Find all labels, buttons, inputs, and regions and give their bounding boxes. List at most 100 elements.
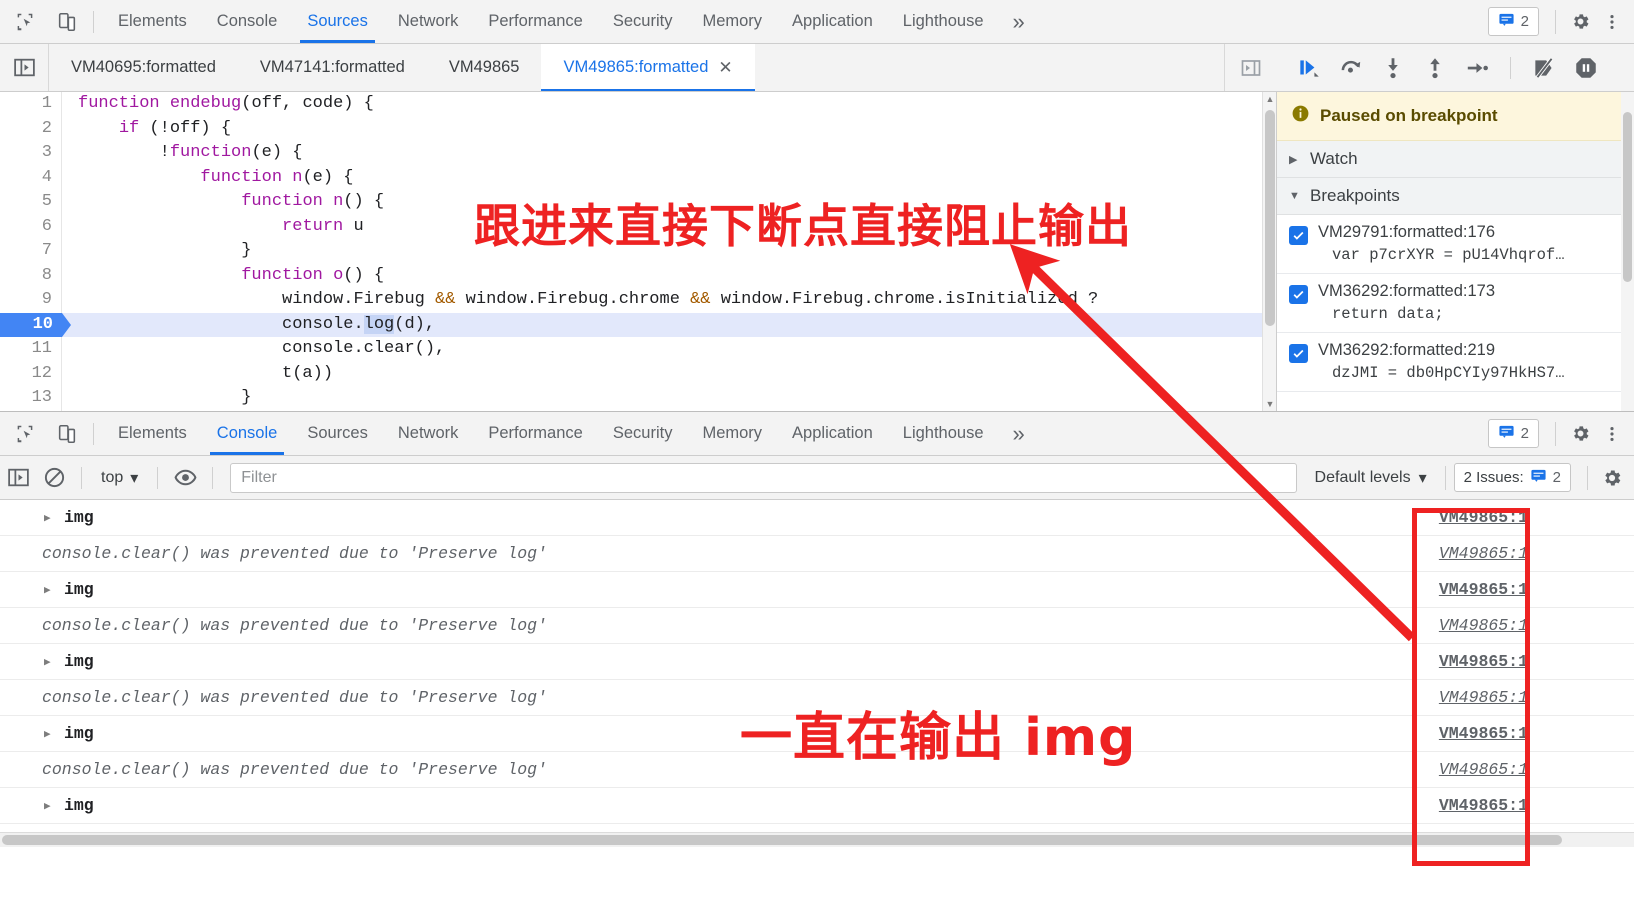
- breakpoint-checkbox[interactable]: [1289, 285, 1308, 304]
- gear-icon[interactable]: [1564, 6, 1596, 38]
- console-source-link[interactable]: VM49865:1: [1439, 652, 1528, 671]
- console-object-message[interactable]: ▶ img VM49865:1: [0, 500, 1634, 536]
- line-number[interactable]: 1: [0, 92, 62, 117]
- expand-triangle-icon[interactable]: ▶: [44, 727, 58, 741]
- console-warning-message[interactable]: console.clear() was prevented due to 'Pr…: [0, 752, 1634, 788]
- code-line[interactable]: 4 function n(e) {: [0, 165, 1276, 190]
- code-line[interactable]: 10 console.log(d),: [0, 312, 1276, 337]
- kebab-menu-icon[interactable]: [1596, 418, 1628, 450]
- step-out-of-current-function-icon[interactable]: [1417, 50, 1453, 86]
- line-number[interactable]: 3: [0, 141, 62, 166]
- drawer-tab-lighthouse[interactable]: Lighthouse: [888, 412, 999, 455]
- drawer-tab-console[interactable]: Console: [202, 412, 293, 455]
- line-number[interactable]: 4: [0, 165, 62, 190]
- scroll-down-arrow-icon[interactable]: ▼: [1263, 397, 1276, 411]
- console-warning-message[interactable]: console.clear() was prevented due to 'Pr…: [0, 680, 1634, 716]
- drawer-tab-elements[interactable]: Elements: [103, 412, 202, 455]
- debugger-vertical-scrollbar[interactable]: [1621, 92, 1634, 411]
- drawer-tab-security[interactable]: Security: [598, 412, 688, 455]
- console-source-link[interactable]: VM49865:1: [1439, 796, 1528, 815]
- console-source-link[interactable]: VM49865:1: [1439, 688, 1528, 707]
- console-object-message[interactable]: ▶ img VM49865:1: [0, 716, 1634, 752]
- issues-badge[interactable]: 2: [1487, 419, 1539, 448]
- console-message-list[interactable]: ▶ img VM49865:1 console.clear() was prevent…: [0, 500, 1634, 847]
- line-number[interactable]: 9: [0, 288, 62, 313]
- code-editor[interactable]: 1 function endebug(off, code) {2 if (!off…: [0, 92, 1276, 411]
- device-toolbar-icon[interactable]: [50, 5, 84, 39]
- drawer-tab-memory[interactable]: Memory: [687, 412, 777, 455]
- line-number[interactable]: 12: [0, 361, 62, 386]
- file-tab-vm40695[interactable]: VM40695:formatted: [49, 44, 238, 91]
- kebab-menu-icon[interactable]: [1596, 6, 1628, 38]
- drawer-tab-application[interactable]: Application: [777, 412, 888, 455]
- console-source-link[interactable]: VM49865:1: [1439, 616, 1528, 635]
- drawer-tab-performance[interactable]: Performance: [473, 412, 597, 455]
- breakpoint-checkbox[interactable]: [1289, 226, 1308, 245]
- breakpoints-section-header[interactable]: ▼ Breakpoints: [1277, 178, 1634, 215]
- scrollbar-thumb[interactable]: [2, 835, 1562, 845]
- console-source-link[interactable]: VM49865:1: [1439, 580, 1528, 599]
- line-number[interactable]: 7: [0, 239, 62, 264]
- console-source-link[interactable]: VM49865:1: [1439, 760, 1528, 779]
- scrollbar-thumb[interactable]: [1265, 110, 1275, 326]
- code-line[interactable]: 2 if (!off) {: [0, 116, 1276, 141]
- line-number[interactable]: 6: [0, 214, 62, 239]
- show-console-sidebar-icon[interactable]: [0, 460, 36, 496]
- breakpoint-location[interactable]: VM36292:formatted:173: [1318, 282, 1622, 301]
- tab-security[interactable]: Security: [598, 0, 688, 43]
- tab-network[interactable]: Network: [383, 0, 474, 43]
- issues-badge[interactable]: 2: [1487, 7, 1539, 36]
- console-warning-message[interactable]: console.clear() was prevented due to 'Pr…: [0, 608, 1634, 644]
- tab-console[interactable]: Console: [202, 0, 293, 43]
- show-debugger-sidebar-icon[interactable]: [1225, 56, 1277, 80]
- code-line[interactable]: 5 function n() {: [0, 190, 1276, 215]
- javascript-context-selector[interactable]: top ▾: [91, 468, 148, 488]
- scroll-up-arrow-icon[interactable]: ▲: [1263, 92, 1276, 106]
- console-object-message[interactable]: ▶ img VM49865:1: [0, 572, 1634, 608]
- close-icon[interactable]: ✕: [718, 59, 732, 76]
- line-number[interactable]: 8: [0, 263, 62, 288]
- file-tab-vm49865[interactable]: VM49865: [427, 44, 542, 91]
- breakpoint-checkbox[interactable]: [1289, 344, 1308, 363]
- console-object-message[interactable]: ▶ img VM49865:1: [0, 644, 1634, 680]
- inspect-cursor-icon[interactable]: [8, 417, 42, 451]
- expand-triangle-icon[interactable]: ▶: [44, 799, 58, 813]
- tab-sources[interactable]: Sources: [292, 0, 383, 43]
- drawer-more-tabs-icon[interactable]: »: [999, 421, 1039, 447]
- console-warning-message[interactable]: console.clear() was prevented due to 'Pr…: [0, 536, 1634, 572]
- file-tab-vm49865-formatted[interactable]: VM49865:formatted ✕: [541, 44, 755, 91]
- editor-vertical-scrollbar[interactable]: ▲ ▼: [1262, 92, 1276, 411]
- console-issues-badge[interactable]: 2 Issues: 2: [1453, 463, 1571, 492]
- console-horizontal-scrollbar[interactable]: [0, 832, 1634, 847]
- breakpoint-location[interactable]: VM29791:formatted:176: [1318, 223, 1622, 242]
- console-source-link[interactable]: VM49865:1: [1439, 544, 1528, 563]
- line-number[interactable]: 13: [0, 386, 62, 411]
- deactivate-breakpoints-icon[interactable]: [1526, 50, 1562, 86]
- expand-triangle-icon[interactable]: ▶: [44, 511, 58, 525]
- code-line[interactable]: 9 window.Firebug && window.Firebug.chrom…: [0, 288, 1276, 313]
- pause-on-exceptions-icon[interactable]: [1568, 50, 1604, 86]
- line-number[interactable]: 10: [0, 312, 71, 337]
- console-object-message[interactable]: ▶ img VM49865:1: [0, 788, 1634, 824]
- code-line[interactable]: 7 }: [0, 239, 1276, 264]
- code-line[interactable]: 11 console.clear(),: [0, 337, 1276, 362]
- tab-memory[interactable]: Memory: [687, 0, 777, 43]
- console-filter-input[interactable]: Filter: [230, 462, 1297, 493]
- console-settings-gear-icon[interactable]: [1596, 462, 1628, 494]
- drawer-tab-sources[interactable]: Sources: [292, 412, 383, 455]
- show-navigator-panel-icon[interactable]: [0, 44, 49, 91]
- code-line[interactable]: 6 return u: [0, 214, 1276, 239]
- gear-icon[interactable]: [1564, 418, 1596, 450]
- breakpoint-item[interactable]: VM36292:formatted:219 dzJMI = db0HpCYIy97…: [1277, 333, 1634, 392]
- code-line[interactable]: 13 }: [0, 386, 1276, 411]
- inspect-cursor-icon[interactable]: [8, 5, 42, 39]
- breakpoint-item[interactable]: VM36292:formatted:173 return data;: [1277, 274, 1634, 333]
- breakpoint-item[interactable]: VM29791:formatted:176 var p7crXYR = pU14V…: [1277, 215, 1634, 274]
- breakpoint-location[interactable]: VM36292:formatted:219: [1318, 341, 1622, 360]
- tab-performance[interactable]: Performance: [473, 0, 597, 43]
- expand-triangle-icon[interactable]: ▶: [44, 655, 58, 669]
- drawer-tab-network[interactable]: Network: [383, 412, 474, 455]
- code-line[interactable]: 3 !function(e) {: [0, 141, 1276, 166]
- more-tabs-icon[interactable]: »: [999, 9, 1039, 35]
- code-line[interactable]: 12 t(a)): [0, 361, 1276, 386]
